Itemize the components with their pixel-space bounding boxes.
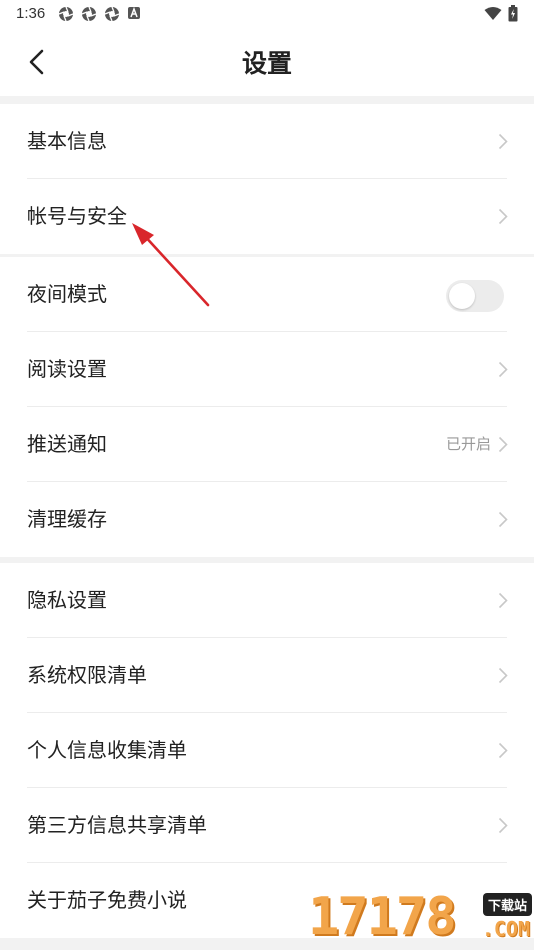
settings-item-label: 帐号与安全 bbox=[27, 204, 127, 228]
status-time: 1:36 bbox=[16, 5, 46, 22]
settings-item-permissions-list[interactable]: 系统权限清单 bbox=[0, 638, 534, 713]
toggle-knob bbox=[449, 283, 475, 309]
aperture-icon bbox=[58, 6, 74, 22]
settings-item-third-party-list[interactable]: 第三方信息共享清单 bbox=[0, 788, 534, 863]
settings-item-label: 阅读设置 bbox=[27, 357, 107, 381]
chevron-right-icon bbox=[498, 592, 508, 609]
settings-item-label: 清理缓存 bbox=[27, 507, 107, 531]
app-header: 设置 bbox=[0, 28, 534, 96]
settings-group-privacy: 隐私设置 系统权限清单 个人信息收集清单 第三方信息共享清单 关于茄子免费小说 bbox=[0, 563, 534, 938]
chevron-right-icon bbox=[498, 361, 508, 378]
status-bar: 1:36 bbox=[0, 0, 534, 28]
a-badge-icon bbox=[128, 6, 140, 19]
push-status-value: 已开启 bbox=[445, 435, 491, 453]
settings-item-label: 夜间模式 bbox=[27, 282, 107, 306]
settings-item-label: 第三方信息共享清单 bbox=[27, 813, 207, 837]
chevron-right-icon bbox=[498, 667, 508, 684]
page-title: 设置 bbox=[241, 49, 292, 78]
settings-item-account-security[interactable]: 帐号与安全 bbox=[0, 179, 534, 254]
settings-item-clear-cache[interactable]: 清理缓存 bbox=[0, 482, 534, 557]
settings-item-personal-info-list[interactable]: 个人信息收集清单 bbox=[0, 713, 534, 788]
settings-item-reading[interactable]: 阅读设置 bbox=[0, 332, 534, 407]
aperture-icon bbox=[81, 6, 97, 22]
settings-item-label: 基本信息 bbox=[27, 129, 107, 153]
settings-item-label: 隐私设置 bbox=[27, 588, 107, 612]
chevron-right-icon bbox=[498, 133, 508, 150]
watermark-badge: 下载站 bbox=[482, 893, 532, 916]
settings-item-label: 推送通知 bbox=[27, 432, 107, 456]
settings-item-label: 个人信息收集清单 bbox=[27, 738, 187, 762]
chevron-right-icon bbox=[498, 208, 508, 225]
settings-group-account: 基本信息 帐号与安全 bbox=[0, 104, 534, 254]
settings-item-basic-info[interactable]: 基本信息 bbox=[0, 104, 534, 179]
watermark-suffix: .COM bbox=[481, 917, 530, 941]
watermark-logo: 17178 下载站 .COM bbox=[308, 885, 534, 950]
settings-item-label: 系统权限清单 bbox=[27, 663, 147, 687]
chevron-right-icon bbox=[498, 742, 508, 759]
notification-icons bbox=[58, 6, 141, 22]
night-mode-toggle[interactable] bbox=[446, 280, 504, 312]
settings-item-push-notifications[interactable]: 推送通知 已开启 bbox=[0, 407, 534, 482]
aperture-icon bbox=[104, 6, 120, 22]
watermark-number: 17178 bbox=[308, 887, 457, 947]
wifi-icon bbox=[484, 6, 502, 20]
settings-item-label: 关于茄子免费小说 bbox=[27, 888, 187, 912]
chevron-right-icon bbox=[498, 511, 508, 528]
chevron-right-icon bbox=[498, 817, 508, 834]
settings-item-privacy[interactable]: 隐私设置 bbox=[0, 563, 534, 638]
system-icons bbox=[484, 5, 518, 22]
settings-group-app: 夜间模式 阅读设置 推送通知 已开启 清理缓存 bbox=[0, 257, 534, 557]
settings-item-night-mode: 夜间模式 bbox=[0, 257, 534, 332]
chevron-right-icon bbox=[498, 436, 508, 453]
battery-charging-icon bbox=[508, 5, 518, 22]
